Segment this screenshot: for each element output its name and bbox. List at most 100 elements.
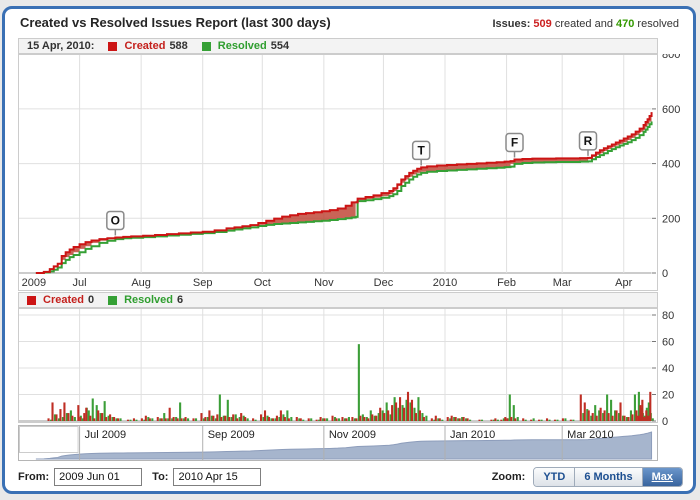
created-bar: [463, 417, 465, 421]
created-bar: [59, 409, 61, 421]
resolved-bar: [326, 418, 328, 421]
created-bar: [208, 410, 210, 421]
created-bar: [411, 400, 413, 421]
created-bar: [435, 416, 437, 421]
y-axis-label: 80: [662, 310, 674, 322]
created-bar: [514, 418, 516, 421]
created-bar: [649, 392, 651, 421]
created-bar: [604, 410, 606, 421]
y-axis-label: 60: [662, 337, 674, 349]
created-bar: [97, 410, 99, 421]
resolved-bar: [497, 420, 499, 421]
svg-text:R: R: [584, 134, 593, 148]
resolved-bar: [151, 418, 153, 421]
created-bar: [538, 420, 540, 421]
resolved-swatch-icon: [202, 42, 211, 51]
y-axis-label: 0: [662, 416, 668, 425]
created-bar: [165, 418, 167, 421]
legend-resolved-label: Resolved: [218, 40, 267, 52]
created-bar: [637, 416, 639, 421]
x-axis-label: Dec: [374, 277, 394, 289]
resolved-bar: [302, 420, 304, 421]
created-bar: [272, 418, 274, 421]
resolved-bar: [92, 398, 94, 421]
y-axis-label: 20: [662, 390, 674, 402]
created-bar: [55, 414, 57, 421]
y-axis-label: 800: [662, 54, 680, 61]
resolved-bar: [548, 420, 550, 421]
created-bar: [554, 420, 556, 421]
created-bar: [244, 417, 246, 421]
resolved-bar: [533, 418, 535, 421]
created-bar: [355, 418, 357, 421]
created-bar: [177, 418, 179, 421]
created-bar: [252, 418, 254, 421]
created-bar: [105, 417, 107, 421]
resolved-bar: [509, 395, 511, 422]
created-bar: [592, 413, 594, 421]
zoom-max-button[interactable]: Max: [642, 468, 682, 486]
created-bar: [387, 410, 389, 421]
zoom-6months-button[interactable]: 6 Months: [574, 468, 641, 486]
navigator-label: Mar 2010: [567, 429, 613, 441]
created-bar: [101, 413, 103, 421]
created-bar: [113, 417, 115, 421]
navigator-left-mask[interactable]: [20, 427, 79, 453]
created-bar: [399, 397, 401, 421]
created-bar: [596, 416, 598, 421]
created-bar: [288, 418, 290, 421]
created-bar: [371, 414, 373, 421]
from-date-input[interactable]: [54, 468, 142, 486]
created-bar: [341, 417, 343, 421]
created-bar: [157, 417, 159, 421]
created-bar: [345, 418, 347, 421]
created-bar: [510, 417, 512, 421]
range-navigator[interactable]: Jul 2009Sep 2009Nov 2009Jan 2010Mar 2010: [18, 425, 658, 462]
created-bar: [530, 420, 532, 421]
resolved-bar: [135, 420, 137, 421]
created-bar: [383, 413, 385, 421]
created-bar: [367, 418, 369, 421]
daily-issues-bar-chart: 020406080: [18, 308, 694, 425]
legend-created-label: Created: [124, 40, 165, 52]
cumulative-issues-chart: OTFR2009JulAugSepOctNovDec2010FebMarApr0…: [18, 54, 694, 292]
created-bar: [522, 418, 524, 421]
legend-resolved-value: 6: [177, 294, 183, 306]
created-bar: [588, 410, 590, 421]
resolved-bar: [129, 420, 131, 421]
created-bar: [570, 420, 572, 421]
created-bar: [204, 417, 206, 421]
main-chart-legend: 15 Apr, 2010: Created 588 Resolved 554: [18, 38, 658, 54]
created-bar: [83, 413, 85, 421]
created-bar: [455, 417, 457, 421]
resolved-bar: [120, 418, 122, 421]
resolved-bar: [290, 417, 292, 421]
resolved-bar: [255, 420, 257, 421]
zoom-label: Zoom:: [492, 471, 526, 483]
legend-created-value: 0: [88, 294, 94, 306]
navigator-label: Sep 2009: [208, 429, 255, 441]
created-bar: [316, 420, 318, 421]
created-bar: [149, 418, 151, 421]
created-bar: [71, 416, 73, 421]
svg-text:F: F: [511, 135, 518, 149]
issues-resolved-suffix: resolved: [634, 18, 679, 30]
created-bar: [320, 417, 322, 421]
created-bar: [647, 416, 649, 421]
to-date-input[interactable]: [173, 468, 261, 486]
resolved-bar: [179, 402, 181, 421]
created-bar: [439, 418, 441, 421]
created-bar: [240, 413, 242, 421]
resolved-bar: [74, 417, 76, 421]
resolved-bar: [310, 418, 312, 421]
created-bar: [276, 416, 278, 421]
created-bar: [260, 414, 262, 421]
legend-created-value: 588: [169, 40, 187, 52]
created-bar: [612, 416, 614, 421]
resolved-bar: [572, 420, 574, 421]
resolved-swatch-icon: [108, 296, 117, 305]
zoom-ytd-button[interactable]: YTD: [534, 468, 574, 486]
created-swatch-icon: [27, 296, 36, 305]
created-bar: [562, 418, 564, 421]
created-bar: [645, 410, 647, 421]
